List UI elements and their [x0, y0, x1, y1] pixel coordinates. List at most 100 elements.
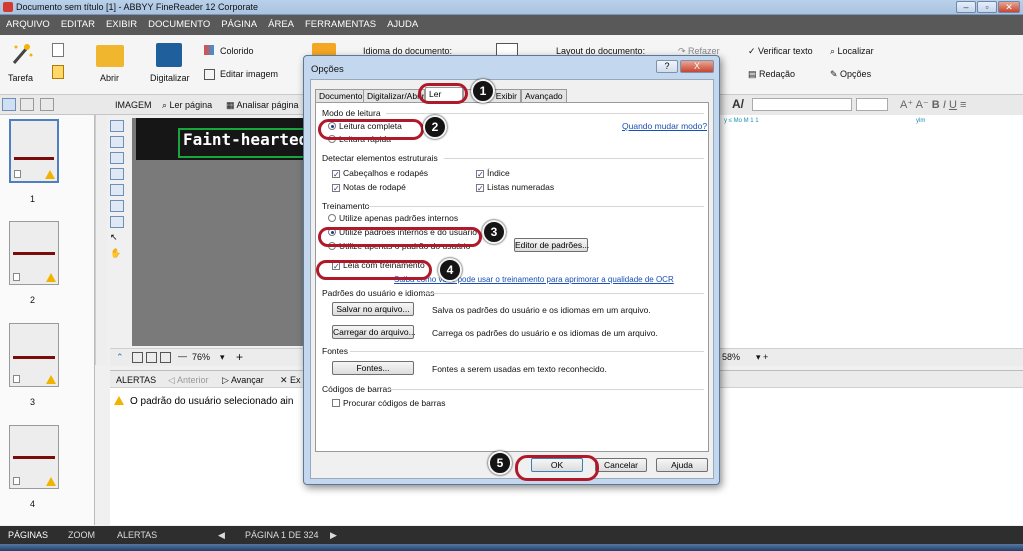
- page-thumbnail[interactable]: [9, 323, 59, 387]
- page-thumbnail[interactable]: [9, 221, 59, 285]
- folder-small-icon[interactable]: [52, 65, 64, 79]
- collapse-icon[interactable]: ⌃: [116, 352, 124, 363]
- text-zoom-dropdown-icon[interactable]: ▾ +: [756, 352, 768, 363]
- picture-area-tool-icon[interactable]: [110, 136, 124, 148]
- minimize-button[interactable]: –: [956, 1, 976, 13]
- menu-ferramentas[interactable]: FERRAMENTAS: [299, 15, 381, 30]
- padroes-internos-radio[interactable]: Utilize apenas padrões internos: [328, 213, 458, 223]
- binoculars-icon: ⌕: [830, 46, 838, 56]
- dialog-close-button[interactable]: X: [680, 60, 714, 73]
- menu-ajuda[interactable]: AJUDA: [381, 15, 423, 30]
- localizar-button[interactable]: ⌕ Localizar: [830, 46, 874, 57]
- list-view-icon[interactable]: [20, 98, 34, 111]
- fontes-button[interactable]: Fontes...: [332, 361, 414, 375]
- modo-leitura-heading: Modo de leitura: [322, 108, 381, 118]
- zoom-in-button[interactable]: +: [236, 350, 243, 364]
- page-thumbnail[interactable]: [9, 119, 59, 183]
- excluir-button[interactable]: ✕ Ex: [280, 375, 301, 386]
- editar-imagem-label[interactable]: Editar imagem: [220, 69, 278, 79]
- analisar-button[interactable]: ▦ Analisar página: [226, 100, 302, 111]
- menu-documento[interactable]: DOCUMENTO: [142, 15, 215, 30]
- color-icon: [204, 45, 214, 55]
- checkbox-checked-icon: ✓: [476, 184, 484, 193]
- text-zoom-value[interactable]: 58%: [722, 352, 740, 362]
- dialog-title: Opções: [311, 64, 344, 75]
- page-thumbnail[interactable]: [9, 425, 59, 489]
- avancar-label: Avançar: [230, 375, 264, 385]
- menu-exibir[interactable]: EXIBIR: [100, 15, 142, 30]
- fit-height-icon[interactable]: [160, 352, 171, 363]
- style-select[interactable]: [752, 98, 852, 111]
- font-size-select[interactable]: [856, 98, 888, 111]
- quando-mudar-link[interactable]: Quando mudar modo?: [622, 121, 707, 131]
- procurar-codigos-checkbox[interactable]: Procurar códigos de barras: [332, 398, 446, 408]
- table-area-tool-icon[interactable]: [110, 152, 124, 164]
- editor-padroes-button[interactable]: Editor de padrões...: [514, 238, 589, 252]
- text-area-tool-icon[interactable]: [110, 120, 124, 132]
- tab-documento[interactable]: Documento: [315, 89, 367, 102]
- new-doc-icon[interactable]: [52, 43, 64, 57]
- menu-arquivo[interactable]: ARQUIVO: [0, 15, 55, 30]
- page-number: 3: [30, 397, 36, 407]
- fit-page-icon[interactable]: [132, 352, 143, 363]
- background-tool-icon[interactable]: [110, 184, 124, 196]
- ler-pagina-label: Ler página: [169, 100, 213, 110]
- order-tool-icon[interactable]: [110, 216, 124, 228]
- hand-icon[interactable]: ✋: [110, 248, 124, 260]
- text-pane[interactable]: y ≤ Mo M 1 1 ylm: [720, 115, 1023, 350]
- image-zoom-value[interactable]: 76%: [192, 352, 210, 362]
- digitalizar-label[interactable]: Digitalizar: [150, 73, 190, 83]
- ler-pagina-button[interactable]: ⌕ Ler página: [162, 100, 212, 111]
- text-snippet: y ≤ Mo M 1 1: [724, 118, 759, 124]
- tab-avancado[interactable]: Avançado: [521, 89, 567, 102]
- text-style-icon[interactable]: A/: [732, 97, 744, 111]
- menu-editar[interactable]: EDITAR: [55, 15, 100, 30]
- page-doc-icon: [13, 477, 20, 485]
- thumbnail-view-icon[interactable]: [2, 98, 16, 111]
- delete-area-tool-icon[interactable]: [110, 200, 124, 212]
- prev-page-icon[interactable]: ◀: [218, 530, 225, 541]
- redacao-button[interactable]: ▤ Redação: [748, 69, 795, 80]
- saiba-treinamento-link[interactable]: Saiba como você pode usar o treinamento …: [394, 275, 674, 284]
- notas-checkbox[interactable]: ✓ Notas de rodapé: [332, 182, 406, 193]
- anterior-label: Anterior: [176, 375, 209, 385]
- anterior-button[interactable]: ◁ Anterior: [168, 375, 208, 386]
- avancar-button[interactable]: ▷ Avançar: [222, 375, 264, 386]
- zoom-dropdown-icon[interactable]: ▾: [220, 352, 225, 363]
- barcode-tool-icon[interactable]: [110, 168, 124, 180]
- fit-width-icon[interactable]: [146, 352, 157, 363]
- zoom-out-button[interactable]: —: [178, 351, 187, 361]
- scanner-icon[interactable]: [156, 43, 182, 67]
- abrir-label[interactable]: Abrir: [100, 73, 119, 83]
- cancelar-button[interactable]: Cancelar: [595, 458, 647, 472]
- tab-digitalizar[interactable]: Digitalizar/Abrir: [363, 89, 425, 102]
- tab-paginas[interactable]: PÁGINAS: [8, 530, 48, 540]
- verificar-button[interactable]: ✓ Verificar texto: [748, 46, 813, 57]
- maximize-button[interactable]: ▫: [977, 1, 997, 13]
- next-page-icon[interactable]: ▶: [330, 530, 337, 541]
- tarefa-button[interactable]: [8, 41, 34, 71]
- dialog-help-button[interactable]: ?: [656, 60, 678, 73]
- tab-zoom[interactable]: ZOOM: [68, 530, 95, 540]
- alert-message[interactable]: O padrão do usuário selecionado ain: [130, 396, 293, 407]
- highlight-ring: [318, 119, 424, 140]
- tab-alertas[interactable]: ALERTAS: [117, 530, 157, 540]
- folder-open-icon[interactable]: [96, 45, 124, 67]
- indice-checkbox[interactable]: ✓ Índice: [476, 168, 510, 179]
- pointer-icon[interactable]: ↖: [110, 232, 124, 244]
- recognized-text-area[interactable]: Faint-hearted t: [178, 128, 308, 158]
- close-window-button[interactable]: ✕: [998, 1, 1020, 13]
- listas-checkbox[interactable]: ✓ Listas numeradas: [476, 182, 554, 193]
- format-buttons[interactable]: A⁺ A⁻ B I U ≡: [900, 98, 966, 111]
- properties-icon[interactable]: [40, 98, 54, 111]
- pages-scrollbar[interactable]: [95, 115, 107, 365]
- menu-area[interactable]: ÁREA: [262, 15, 299, 30]
- ajuda-button[interactable]: Ajuda: [656, 458, 708, 472]
- colorido-label[interactable]: Colorido: [220, 46, 254, 56]
- carregar-arquivo-button[interactable]: Carregar do arquivo...: [332, 325, 416, 339]
- cabecalhos-checkbox[interactable]: ✓ Cabeçalhos e rodapés: [332, 168, 428, 179]
- menu-pagina[interactable]: PÁGINA: [215, 15, 262, 30]
- redacao-label: Redação: [759, 69, 796, 79]
- salvar-arquivo-button[interactable]: Salvar no arquivo...: [332, 302, 414, 316]
- opcoes-button[interactable]: ✎ Opções: [830, 69, 871, 80]
